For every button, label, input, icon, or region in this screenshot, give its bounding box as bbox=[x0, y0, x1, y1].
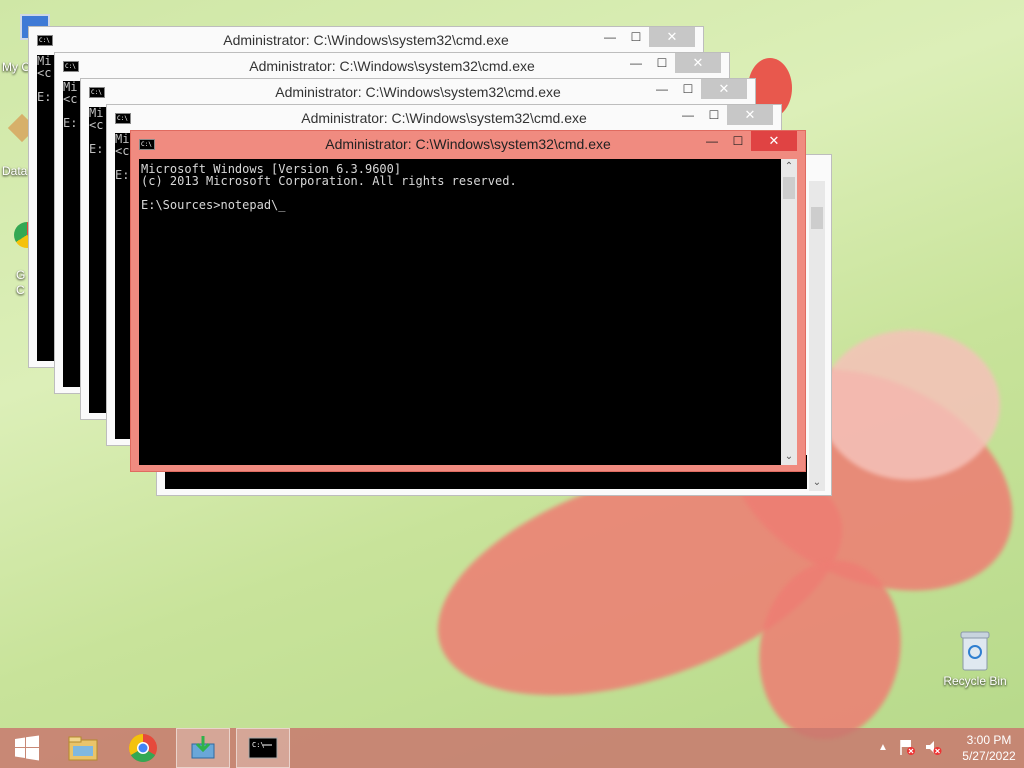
installer-taskbar-button[interactable] bbox=[176, 728, 230, 768]
recycle-bin-desktop-icon[interactable]: Recycle Bin bbox=[940, 630, 1010, 688]
title-bar[interactable]: C:\ Administrator: C:\Windows\system32\c… bbox=[81, 79, 755, 105]
cmd-taskbar-button[interactable]: C:\ bbox=[236, 728, 290, 768]
cmd-window-active[interactable]: C:\ Administrator: C:\Windows\system32\c… bbox=[130, 130, 806, 472]
chrome-icon bbox=[129, 734, 157, 762]
volume-muted-icon[interactable] bbox=[924, 738, 942, 761]
scrollbar-thumb[interactable] bbox=[811, 207, 823, 229]
start-button[interactable] bbox=[0, 728, 54, 768]
title-bar[interactable]: C:\ Administrator: C:\Windows\system32\c… bbox=[55, 53, 729, 79]
chrome-taskbar-button[interactable] bbox=[116, 728, 170, 768]
show-hidden-icons-button[interactable]: ▲ bbox=[878, 742, 888, 753]
close-button[interactable]: ✕ bbox=[675, 53, 721, 73]
close-button[interactable]: ✕ bbox=[727, 105, 773, 125]
clock-time: 3:00 PM bbox=[966, 733, 1012, 747]
svg-text:C:\: C:\ bbox=[252, 741, 265, 749]
desktop-label-2: Data bbox=[2, 164, 28, 178]
console-prompt-line: E:\Sources>notepad\_ bbox=[141, 198, 286, 212]
desktop-label-3: G bbox=[16, 268, 26, 282]
maximize-button[interactable]: ☐ bbox=[675, 79, 701, 99]
minimize-button[interactable]: — bbox=[675, 105, 701, 125]
minimize-button[interactable]: — bbox=[649, 79, 675, 99]
clock[interactable]: 3:00 PM 5/27/2022 bbox=[958, 732, 1020, 764]
scroll-down-arrow[interactable]: ⌄ bbox=[809, 475, 825, 491]
minimize-button[interactable]: — bbox=[699, 131, 725, 151]
maximize-button[interactable]: ☐ bbox=[725, 131, 751, 151]
scrollbar-thumb[interactable] bbox=[783, 177, 795, 199]
title-bar[interactable]: C:\ Administrator: C:\Windows\system32\c… bbox=[131, 131, 805, 157]
file-explorer-taskbar-button[interactable] bbox=[56, 728, 110, 768]
desktop-label-4: C bbox=[16, 283, 25, 297]
console-output[interactable]: Microsoft Windows [Version 6.3.9600] (c)… bbox=[139, 159, 781, 465]
scroll-down-arrow[interactable]: ⌄ bbox=[781, 449, 797, 465]
close-button[interactable]: ✕ bbox=[701, 79, 747, 99]
maximize-button[interactable]: ☐ bbox=[623, 27, 649, 47]
maximize-button[interactable]: ☐ bbox=[649, 53, 675, 73]
recycle-bin-icon bbox=[959, 630, 991, 672]
clock-date: 5/27/2022 bbox=[962, 749, 1016, 763]
scrollbar[interactable]: ⌃ ⌄ bbox=[781, 159, 797, 465]
title-bar[interactable]: C:\ Administrator: C:\Windows\system32\c… bbox=[107, 105, 781, 131]
taskbar: C:\ ▲ 3:00 PM 5/27/2022 bbox=[0, 728, 1024, 768]
scrollbar[interactable]: ⌄ bbox=[809, 181, 825, 491]
minimize-button[interactable]: — bbox=[623, 53, 649, 73]
minimize-button[interactable]: — bbox=[597, 27, 623, 47]
installer-icon bbox=[191, 736, 215, 759]
maximize-button[interactable]: ☐ bbox=[701, 105, 727, 125]
recycle-bin-label: Recycle Bin bbox=[943, 674, 1007, 688]
windows-logo-icon bbox=[15, 735, 39, 761]
system-tray: ▲ 3:00 PM 5/27/2022 bbox=[864, 728, 1024, 768]
close-button[interactable]: ✕ bbox=[751, 131, 797, 151]
close-button[interactable]: ✕ bbox=[649, 27, 695, 47]
scroll-up-arrow[interactable]: ⌃ bbox=[781, 159, 797, 175]
desktop-label-1: My C bbox=[2, 60, 30, 74]
console-line: (c) 2013 Microsoft Corporation. All righ… bbox=[141, 174, 517, 188]
action-center-flag-icon[interactable] bbox=[898, 738, 916, 761]
command-prompt-icon: C:\ bbox=[248, 737, 278, 759]
folder-icon bbox=[68, 736, 98, 761]
title-bar[interactable]: C:\ Administrator: C:\Windows\system32\c… bbox=[29, 27, 703, 53]
